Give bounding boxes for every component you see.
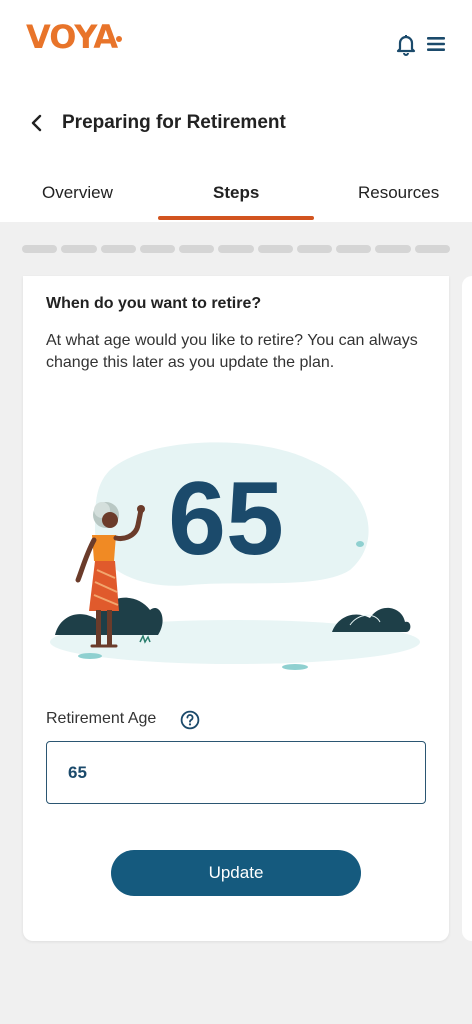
page-title: Preparing for Retirement <box>62 112 286 133</box>
step-description: At what age would you like to retire? Yo… <box>46 332 418 371</box>
progress-segment <box>375 245 411 253</box>
question-circle-icon[interactable] <box>180 710 200 730</box>
progress-segment <box>218 245 254 253</box>
retirement-age-label: Retirement Age <box>46 710 157 727</box>
update-button[interactable]: Update <box>111 850 361 896</box>
tab-steps[interactable]: Steps <box>213 183 259 203</box>
progress-segment <box>296 245 333 253</box>
progress-segment <box>139 245 176 253</box>
bell-icon[interactable] <box>394 32 418 56</box>
tab-resources[interactable]: Resources <box>358 183 439 203</box>
logo-dot <box>116 36 122 42</box>
progress-segment <box>179 245 215 253</box>
illustration-age-number: 65 <box>168 461 284 577</box>
active-tab-indicator <box>158 216 314 220</box>
voya-logo[interactable]: VOYA <box>26 18 118 56</box>
retirement-age-input[interactable] <box>46 741 426 804</box>
progress-segment <box>100 245 136 253</box>
next-step-card[interactable] <box>462 276 472 941</box>
progress-segment <box>414 245 450 253</box>
step-question: When do you want to retire? <box>46 295 262 312</box>
progress-segment <box>22 245 58 253</box>
progress-segment <box>61 245 97 253</box>
step-progress-bar <box>22 245 450 253</box>
progress-segment <box>257 245 293 253</box>
tab-overview[interactable]: Overview <box>42 183 113 203</box>
retirement-illustration: 65 <box>50 442 420 670</box>
hamburger-menu-icon[interactable] <box>426 34 446 54</box>
progress-segment <box>336 245 372 253</box>
chevron-left-icon[interactable] <box>26 112 48 134</box>
